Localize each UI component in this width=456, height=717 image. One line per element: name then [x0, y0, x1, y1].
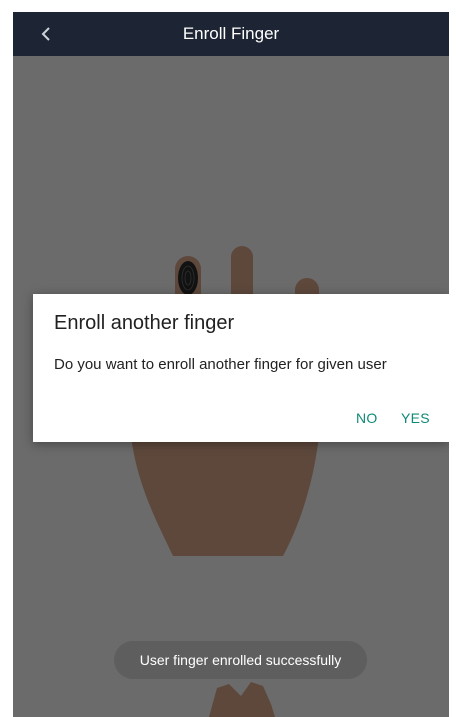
yes-button[interactable]: YES: [401, 410, 430, 426]
app-screen: Enroll Finger Enroll another finger Do y…: [13, 12, 449, 717]
dialog-title: Enroll another finger: [54, 312, 235, 334]
success-toast: User finger enrolled successfully: [114, 641, 367, 679]
enroll-another-dialog: Enroll another finger Do you want to enr…: [33, 294, 449, 442]
app-toolbar: Enroll Finger: [13, 12, 449, 56]
page-title: Enroll Finger: [182, 24, 280, 43]
dialog-message: Do you want to enroll another finger for…: [54, 356, 387, 373]
no-button[interactable]: NO: [356, 410, 378, 426]
